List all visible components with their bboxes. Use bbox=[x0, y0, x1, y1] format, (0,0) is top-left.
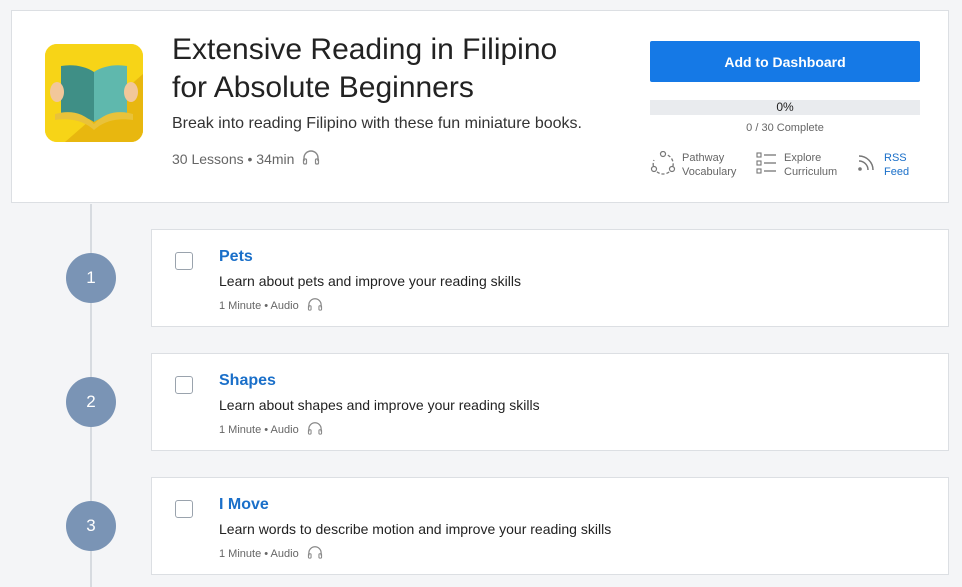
explore-line-1: Explore bbox=[784, 152, 822, 164]
rss-line-1: RSS bbox=[884, 152, 907, 164]
course-meta: 30 Lessons • 34min bbox=[172, 149, 320, 168]
pathway-line-1: Pathway bbox=[682, 152, 725, 164]
lesson-number-badge: 2 bbox=[66, 377, 116, 427]
lesson-card[interactable]: Shapes Learn about shapes and improve yo… bbox=[151, 353, 949, 451]
course-title-line-1: Extensive Reading in Filipino bbox=[172, 33, 558, 66]
rss-icon bbox=[856, 151, 878, 178]
rss-feed-link[interactable]: RSS Feed bbox=[856, 151, 909, 179]
course-cover-icon[interactable] bbox=[45, 44, 143, 142]
lesson-complete-checkbox[interactable] bbox=[175, 252, 193, 270]
lesson-meta-text: 1 Minute • Audio bbox=[219, 423, 299, 436]
curriculum-list-icon bbox=[756, 151, 778, 180]
pathway-vocabulary-link[interactable]: Pathway Vocabulary bbox=[650, 150, 736, 182]
course-meta-text: 30 Lessons • 34min bbox=[172, 150, 295, 167]
lesson-title-link[interactable]: Shapes bbox=[219, 372, 276, 390]
course-header-card: Extensive Reading in Filipino for Absolu… bbox=[11, 10, 949, 203]
course-title-line-2: for Absolute Beginners bbox=[172, 71, 474, 104]
headphones-icon bbox=[302, 149, 320, 168]
headphones-icon bbox=[307, 421, 323, 438]
lesson-number-badge: 3 bbox=[66, 501, 116, 551]
pathway-icon bbox=[650, 150, 676, 182]
add-to-dashboard-button[interactable]: Add to Dashboard bbox=[650, 41, 920, 82]
rss-line-2: Feed bbox=[884, 166, 910, 178]
course-title: Extensive Reading in Filipino for Absolu… bbox=[172, 31, 612, 107]
course-subtitle: Break into reading Filipino with these f… bbox=[172, 115, 582, 132]
lesson-meta: 1 Minute • Audio bbox=[219, 545, 323, 562]
explore-curriculum-link[interactable]: Explore Curriculum bbox=[756, 151, 837, 180]
explore-curriculum-text: Explore Curriculum bbox=[784, 151, 837, 179]
lesson-card[interactable]: Pets Learn about pets and improve your r… bbox=[151, 229, 949, 327]
lesson-number-badge: 1 bbox=[66, 253, 116, 303]
pathway-line-2: Vocabulary bbox=[682, 166, 737, 178]
lesson-description: Learn about pets and improve your readin… bbox=[219, 273, 521, 289]
pathway-vocabulary-text: Pathway Vocabulary bbox=[682, 151, 736, 179]
course-progress-bar: 0% bbox=[650, 100, 920, 115]
lesson-title-link[interactable]: Pets bbox=[219, 248, 253, 266]
lesson-description: Learn words to describe motion and impro… bbox=[219, 521, 612, 537]
headphones-icon bbox=[307, 297, 323, 314]
lesson-meta: 1 Minute • Audio bbox=[219, 297, 323, 314]
progress-percent: 0% bbox=[776, 100, 794, 114]
explore-line-2: Curriculum bbox=[784, 166, 838, 178]
lesson-meta-text: 1 Minute • Audio bbox=[219, 299, 299, 312]
lesson-meta: 1 Minute • Audio bbox=[219, 421, 323, 438]
lesson-description: Learn about shapes and improve your read… bbox=[219, 397, 540, 413]
lesson-meta-text: 1 Minute • Audio bbox=[219, 547, 299, 560]
headphones-icon bbox=[307, 545, 323, 562]
lesson-card[interactable]: I Move Learn words to describe motion an… bbox=[151, 477, 949, 575]
lesson-title-link[interactable]: I Move bbox=[219, 496, 269, 514]
rss-feed-text: RSS Feed bbox=[884, 151, 909, 179]
progress-complete-label: 0 / 30 Complete bbox=[746, 122, 824, 134]
course-links: Pathway Vocabulary Explore Curriculum RS… bbox=[650, 150, 940, 183]
lesson-complete-checkbox[interactable] bbox=[175, 376, 193, 394]
lesson-complete-checkbox[interactable] bbox=[175, 500, 193, 518]
